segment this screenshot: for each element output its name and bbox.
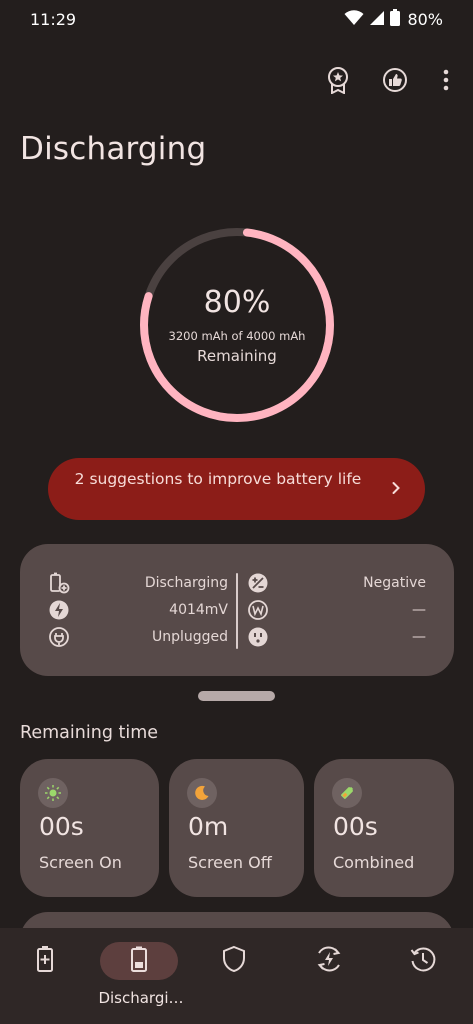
battery-icon <box>130 945 148 977</box>
drag-handle[interactable] <box>198 691 275 701</box>
battery-leaf-icon <box>332 778 362 808</box>
watt-icon <box>247 599 269 621</box>
remaining-label: Remaining <box>197 347 277 365</box>
battery-capacity: 3200 mAh of 4000 mAh <box>168 329 306 343</box>
shield-icon <box>221 945 247 977</box>
screen-on-card[interactable]: 00s Screen On <box>20 759 159 897</box>
nav-discharging-label: Dischargi… <box>98 989 184 1007</box>
nav-protection[interactable] <box>189 928 283 1024</box>
plug-icon <box>48 626 70 648</box>
nav-discharging[interactable]: Dischargi… <box>94 928 188 1024</box>
cell-signal-icon <box>369 10 385 30</box>
info-row-polarity: Negative <box>247 572 426 596</box>
screen-on-label: Screen On <box>39 853 122 872</box>
screen-off-value: 0m <box>188 812 229 841</box>
suggestions-label: 2 suggestions to improve battery life <box>74 470 362 488</box>
plug-value: Unplugged <box>151 629 228 645</box>
thumbs-up-icon[interactable] <box>380 65 410 95</box>
wifi-icon <box>344 9 364 30</box>
battery-icon <box>390 9 401 30</box>
battery-ring: 80% 3200 mAh of 4000 mAh Remaining <box>137 225 337 425</box>
watt-value: — <box>412 602 426 618</box>
suggestions-button[interactable]: 2 suggestions to improve battery life <box>48 458 425 520</box>
status-time: 11:29 <box>30 10 77 29</box>
combined-value: 00s <box>333 812 378 841</box>
moon-icon <box>187 778 217 808</box>
status-battery-percent: 80% <box>407 10 443 29</box>
polarity-value: Negative <box>363 575 426 591</box>
info-row-outlet: — <box>247 626 426 650</box>
history-icon <box>408 944 438 978</box>
battery-plus-icon <box>48 572 70 594</box>
battery-percent: 80% <box>203 285 271 320</box>
more-vertical-icon[interactable] <box>431 65 461 95</box>
screen-off-card[interactable]: 0m Screen Off <box>169 759 304 897</box>
battery-info-card: Discharging 4014mV Unplugged Negative — … <box>20 544 454 676</box>
info-row-watt: — <box>247 599 426 623</box>
voltage-value: 4014mV <box>169 602 228 618</box>
status-bar: 11:29 80% <box>0 0 473 42</box>
battery-charging-icon <box>36 945 54 977</box>
outlet-value: — <box>412 629 426 645</box>
sun-icon <box>38 778 68 808</box>
nav-charging[interactable] <box>0 928 94 1024</box>
page-title: Discharging <box>20 131 207 167</box>
info-row-plug: Unplugged <box>48 626 228 650</box>
status-icons: 80% <box>344 9 443 30</box>
outlet-icon <box>247 626 269 648</box>
info-row-status: Discharging <box>48 572 228 596</box>
info-divider <box>236 573 238 649</box>
nav-history[interactable] <box>378 928 472 1024</box>
bolt-icon <box>48 599 70 621</box>
bottom-navigation: Dischargi… <box>0 928 473 1024</box>
nav-cycles[interactable] <box>284 928 378 1024</box>
bolt-cycle-icon <box>314 944 344 978</box>
combined-label: Combined <box>333 853 415 872</box>
status-value: Discharging <box>144 575 228 591</box>
plus-minus-icon <box>247 572 269 594</box>
chevron-right-icon <box>391 480 401 500</box>
combined-card[interactable]: 00s Combined <box>314 759 454 897</box>
remaining-time-title: Remaining time <box>20 723 159 743</box>
award-badge-icon[interactable] <box>323 65 353 95</box>
screen-off-label: Screen Off <box>188 853 272 872</box>
screen-on-value: 00s <box>39 812 84 841</box>
info-row-voltage: 4014mV <box>48 599 228 623</box>
